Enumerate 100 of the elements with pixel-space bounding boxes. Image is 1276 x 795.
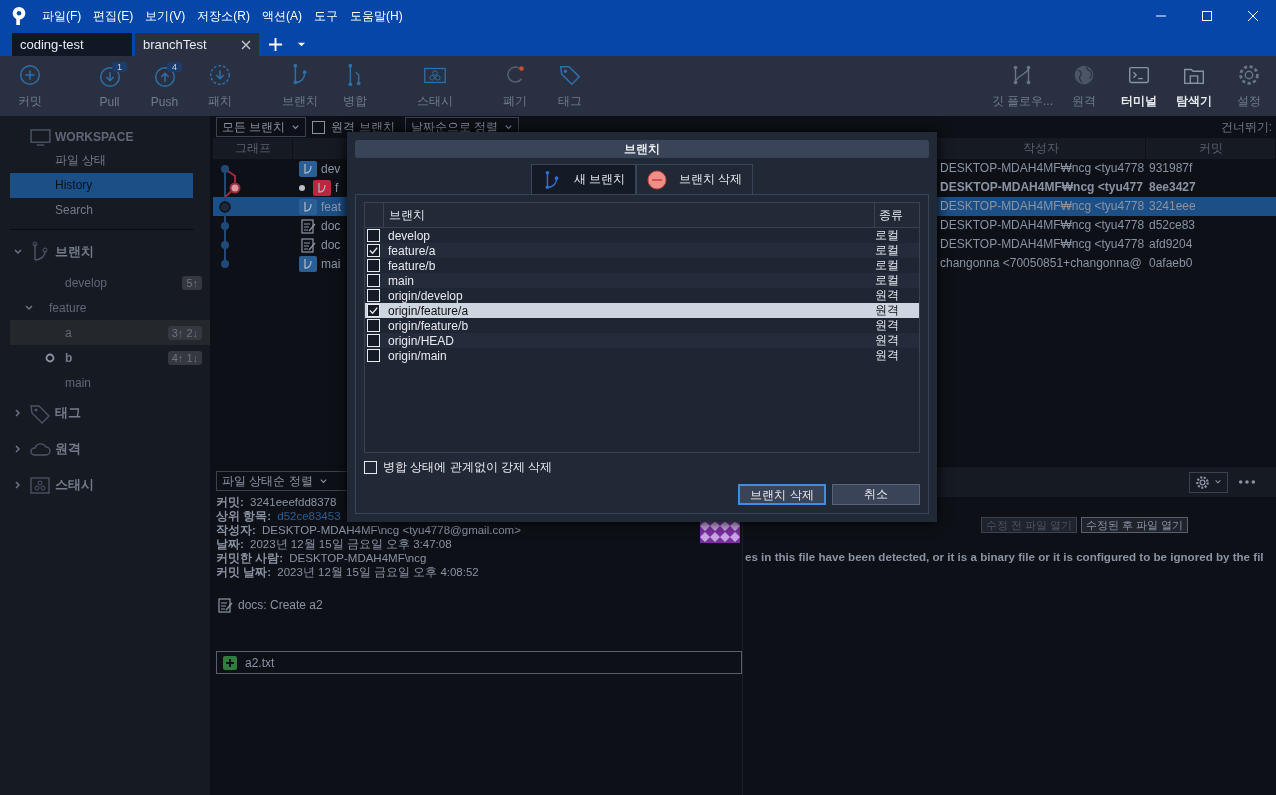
field-value: 3241eeefdd8378 xyxy=(250,496,337,508)
current-branch-icon xyxy=(45,352,55,363)
menu-item[interactable]: 도움말(H) xyxy=(350,7,403,25)
sidebar-item[interactable]: Search xyxy=(10,198,193,223)
cancel-button[interactable]: 취소 xyxy=(832,484,920,505)
file-list-item[interactable]: a2.txt xyxy=(216,651,742,674)
branch-name: main xyxy=(388,273,415,288)
commit-description: f xyxy=(335,180,339,195)
chevron-down-icon[interactable] xyxy=(13,247,23,257)
branch-name: a xyxy=(65,325,73,340)
author-cell-text: DESKTOP-MDAH4MF₩ncg <tyu4778 xyxy=(939,160,1146,177)
repository-tab[interactable]: branchTest xyxy=(135,33,259,56)
branch-name: feature/b xyxy=(388,258,437,273)
branch-type: 로컬 xyxy=(875,257,900,274)
author-cell-text: changonna <70050851+changonna@ xyxy=(939,255,1143,272)
count-badge: 1 xyxy=(112,62,127,72)
branch-name: feature/a xyxy=(388,243,437,258)
branch-row[interactable]: feature/a 로컬 xyxy=(365,243,919,258)
chevron-down-icon[interactable] xyxy=(24,302,34,313)
field-label: 상위 항목: xyxy=(216,510,272,522)
branch-name: develop xyxy=(65,275,109,290)
close-icon[interactable] xyxy=(241,39,251,50)
ahead-behind-badge: 3↑ 2↓ xyxy=(167,325,202,340)
dialog-tab[interactable]: 브랜치 삭제 xyxy=(636,164,754,194)
author-cell-text: DESKTOP-MDAH4MF₩ncg <tyu4778 xyxy=(939,198,1146,215)
file-sort-dropdown[interactable]: 파일 상태순 정렬 xyxy=(216,471,348,491)
dialog-title: 브랜치 xyxy=(355,140,929,158)
field-value: 2023년 12월 15일 금요일 오후 3:47:08 xyxy=(250,538,452,550)
more-options-icon[interactable] xyxy=(1238,479,1256,485)
branch-type: 원격 xyxy=(875,347,900,364)
column-header[interactable]: 브랜치 xyxy=(384,206,874,224)
ahead-behind-badge: 5↑ xyxy=(182,275,202,290)
commit-hash-cell-text: 0afaeb0 xyxy=(1148,255,1194,272)
menu-item[interactable]: 도구 xyxy=(314,7,338,25)
chevron-down-icon xyxy=(504,122,514,132)
branch-name: main xyxy=(65,375,92,390)
toolbar-button[interactable]: 4 Push xyxy=(137,58,192,114)
menu-item[interactable]: 파일(F) xyxy=(42,7,82,25)
field-label: 작성자: xyxy=(216,524,256,536)
branch-row[interactable]: main 로컬 xyxy=(365,273,919,288)
menu-item[interactable]: 저장소(R) xyxy=(197,7,250,25)
author-cell-text: DESKTOP-MDAH4MF₩ncg <tyu477 xyxy=(939,179,1144,196)
section-title[interactable]: 태그 xyxy=(55,404,81,422)
sidebar-item[interactable]: 파일 상태 xyxy=(10,148,193,173)
delete-branch-button[interactable]: 브랜치 삭제 xyxy=(738,484,826,505)
commit-hash-cell-text: 3241eee xyxy=(1148,198,1197,215)
branch-row[interactable]: origin/feature/a 원격 xyxy=(365,303,919,318)
author-cell-text: DESKTOP-MDAH4MF₩ncg <tyu4778 xyxy=(939,236,1146,253)
checkbox-label: 병합 상태에 관계없이 강제 삭제 xyxy=(383,459,553,476)
branch-name: origin/main xyxy=(388,348,448,363)
count-badge: 4 xyxy=(167,62,182,72)
commit-description: doc xyxy=(321,237,341,252)
column-header[interactable]: 종류 xyxy=(874,203,919,227)
branch-filter-dropdown[interactable]: 모든 브랜치 xyxy=(216,117,307,137)
toolbar-button[interactable]: 1 Pull xyxy=(82,58,137,114)
commit-description: mai xyxy=(321,256,341,271)
toolbar-button[interactable]: 탐색기 xyxy=(1166,58,1221,114)
commit-description: dev xyxy=(321,161,341,176)
repository-tab[interactable]: coding-test xyxy=(12,33,132,56)
branch-name: origin/HEAD xyxy=(388,333,456,348)
toolbar-button[interactable]: 터미널 xyxy=(1111,58,1166,114)
diff-message: es in this file have been detected, or it is a binary file or it is configured to be ignored by the fil xyxy=(744,550,1265,563)
app-logo-icon xyxy=(10,6,28,26)
field-value: DESKTOP-MDAH4MF\ncg <tyu4778@gmail.com> xyxy=(262,524,521,536)
checkbox-label: 원격 브랜치 xyxy=(331,118,395,136)
branch-name: origin/feature/b xyxy=(388,318,470,333)
commit-hash-cell-text: afd9204 xyxy=(1148,236,1194,253)
branch-type: 로컬 xyxy=(875,242,900,259)
section-title: WORKSPACE xyxy=(55,130,134,144)
menu-item[interactable]: 보기(V) xyxy=(145,7,186,25)
section-title[interactable]: 스태시 xyxy=(55,476,94,494)
commit-hash-cell-text: 931987f xyxy=(1148,160,1194,177)
document-edit-icon xyxy=(299,236,317,253)
menu-item[interactable]: 액션(A) xyxy=(262,7,302,25)
menu-item[interactable]: 편집(E) xyxy=(93,7,134,25)
branch-row[interactable]: origin/HEAD 원격 xyxy=(365,333,919,348)
dropdown-caret-icon[interactable] xyxy=(297,40,306,49)
chevron-right-icon[interactable] xyxy=(13,408,23,418)
chevron-right-icon[interactable] xyxy=(13,480,23,490)
commit-message: docs: Create a2 xyxy=(238,598,323,612)
new-tab-plus-icon[interactable] xyxy=(268,37,283,52)
branch-name: origin/develop xyxy=(388,288,464,303)
field-value: DESKTOP-MDAH4MF\ncg xyxy=(289,552,427,564)
checkbox[interactable] xyxy=(312,120,326,134)
section-title[interactable]: 브랜치 xyxy=(55,243,94,261)
branch-type: 원격 xyxy=(875,317,900,334)
chevron-down-icon xyxy=(291,122,301,132)
tag-icon xyxy=(29,402,51,424)
branch-name: b xyxy=(65,350,74,365)
branch-icon xyxy=(29,241,51,263)
chevron-down-icon xyxy=(318,476,328,486)
branch-item[interactable]: b 4↑ 1↓ xyxy=(10,345,210,370)
settings-dropdown[interactable] xyxy=(1189,471,1228,493)
section-title[interactable]: 원격 xyxy=(55,440,81,458)
document-edit-icon xyxy=(216,597,234,613)
dialog-tab[interactable]: 새 브랜치 xyxy=(530,164,636,194)
branch-type: 원격 xyxy=(875,287,900,304)
chevron-right-icon[interactable] xyxy=(13,444,23,454)
open-file-button[interactable]: 수정된 후 파일 열기 xyxy=(1081,517,1189,533)
settings-icon xyxy=(1195,474,1210,490)
